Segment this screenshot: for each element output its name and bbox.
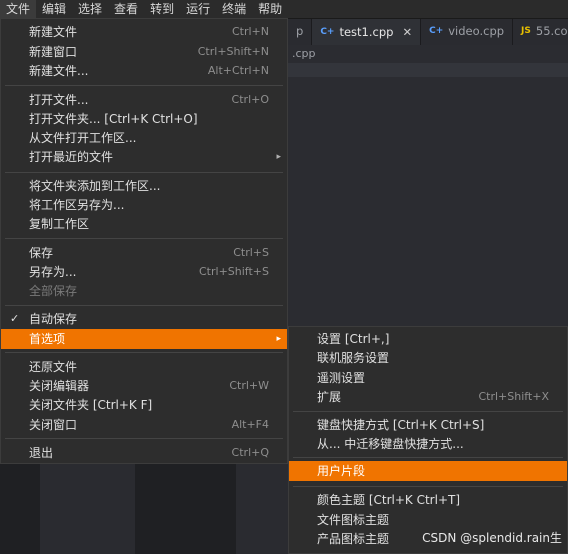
menu-view[interactable]: 查看 [108, 0, 144, 18]
side-panel [40, 464, 135, 554]
menu-separator [5, 172, 283, 173]
tab-label: 55.co [535, 24, 568, 38]
menu-item-revert-file[interactable]: 还原文件 [1, 357, 287, 377]
tab-label: test1.cpp [339, 25, 394, 39]
menu-go[interactable]: 转到 [144, 0, 180, 18]
close-icon[interactable]: ✕ [402, 19, 412, 46]
submenu-item-extensions[interactable]: 扩展 Ctrl+Shift+X [289, 387, 567, 407]
menu-item-close-window[interactable]: 关闭窗口 Alt+F4 [1, 415, 287, 435]
menu-item-new-file-dialog[interactable]: 新建文件... Alt+Ctrl+N [1, 61, 287, 81]
menu-separator [5, 85, 283, 86]
cpp-file-icon: C+ [320, 27, 335, 37]
tab-label: video.cpp [448, 24, 505, 38]
menu-separator [5, 305, 283, 306]
menu-item-save-all[interactable]: 全部保存 [1, 281, 287, 301]
editor-area[interactable] [288, 63, 568, 333]
chevron-right-icon: ▸ [276, 334, 281, 344]
menu-item-preferences[interactable]: 首选项 ▸ [1, 329, 287, 349]
checkmark-icon: ✓ [10, 312, 20, 325]
app-window: p C+ test1.cpp ✕ C+ video.cpp JS 55.co .… [0, 0, 568, 554]
chevron-right-icon: ▸ [276, 152, 281, 162]
menu-item-add-folder-to-workspace[interactable]: 将文件夹添加到工作区... [1, 176, 287, 196]
breadcrumb[interactable]: .cpp [288, 45, 568, 63]
cpp-file-icon: C+ [429, 26, 444, 36]
tab-55[interactable]: JS 55.co [513, 18, 568, 45]
submenu-item-keyboard-shortcuts[interactable]: 键盘快捷方式 [Ctrl+K Ctrl+S] [289, 415, 567, 435]
tab-video-cpp[interactable]: C+ video.cpp [421, 18, 514, 45]
menu-help[interactable]: 帮助 [252, 0, 288, 18]
submenu-item-settings[interactable]: 设置 [Ctrl+,] [289, 329, 567, 349]
js-file-icon: JS [521, 26, 531, 36]
menu-edit[interactable]: 编辑 [36, 0, 72, 18]
menu-item-new-file[interactable]: 新建文件 Ctrl+N [1, 22, 287, 42]
menu-separator [5, 238, 283, 239]
menu-item-new-window[interactable]: 新建窗口 Ctrl+Shift+N [1, 42, 287, 62]
menu-separator [293, 457, 563, 458]
submenu-item-file-icon-theme[interactable]: 文件图标主题 [289, 510, 567, 530]
editor-panel [236, 464, 288, 554]
menu-item-close-folder[interactable]: 关闭文件夹 [Ctrl+K F] [1, 395, 287, 415]
menu-separator [293, 486, 563, 487]
menu-item-open-folder[interactable]: 打开文件夹... [Ctrl+K Ctrl+O] [1, 109, 287, 129]
tab-test1-cpp[interactable]: C+ test1.cpp ✕ [312, 18, 422, 46]
current-line-highlight [288, 63, 568, 77]
menu-item-duplicate-workspace[interactable]: 复制工作区 [1, 214, 287, 234]
preferences-submenu: 设置 [Ctrl+,] 联机服务设置 遥测设置 扩展 Ctrl+Shift+X … [288, 326, 568, 554]
menu-run[interactable]: 运行 [180, 0, 216, 18]
menu-item-save-workspace-as[interactable]: 将工作区另存为... [1, 195, 287, 215]
menubar: 文件 编辑 选择 查看 转到 运行 终端 帮助 [0, 0, 568, 19]
menu-item-open-file[interactable]: 打开文件... Ctrl+O [1, 90, 287, 110]
tab-label: p [296, 24, 304, 38]
file-menu: 新建文件 Ctrl+N 新建窗口 Ctrl+Shift+N 新建文件... Al… [0, 18, 288, 464]
menu-file[interactable]: 文件 [0, 0, 37, 18]
submenu-item-telemetry[interactable]: 遥测设置 [289, 368, 567, 388]
submenu-item-color-theme[interactable]: 颜色主题 [Ctrl+K Ctrl+T] [289, 490, 567, 510]
watermark: CSDN @splendid.rain生 [422, 531, 562, 545]
submenu-item-user-snippets[interactable]: 用户片段 [289, 461, 567, 481]
menu-item-open-workspace[interactable]: 从文件打开工作区... [1, 128, 287, 148]
menu-selection[interactable]: 选择 [72, 0, 108, 18]
menu-item-save-as[interactable]: 另存为... Ctrl+Shift+S [1, 262, 287, 282]
menu-separator [5, 352, 283, 353]
menu-separator [5, 438, 283, 439]
menu-item-close-editor[interactable]: 关闭编辑器 Ctrl+W [1, 376, 287, 396]
tab-partial[interactable]: p [288, 18, 313, 45]
menu-item-save[interactable]: 保存 Ctrl+S [1, 243, 287, 263]
submenu-item-online-services[interactable]: 联机服务设置 [289, 348, 567, 368]
submenu-item-migrate-keybindings[interactable]: 从... 中迁移键盘快捷方式... [289, 434, 567, 454]
menu-separator [293, 411, 563, 412]
menu-terminal[interactable]: 终端 [216, 0, 252, 18]
menu-item-open-recent[interactable]: 打开最近的文件 ▸ [1, 147, 287, 167]
menu-item-exit[interactable]: 退出 Ctrl+Q [1, 443, 287, 463]
menu-item-auto-save[interactable]: ✓ 自动保存 [1, 309, 287, 329]
editor-tab-strip: p C+ test1.cpp ✕ C+ video.cpp JS 55.co [288, 18, 568, 46]
